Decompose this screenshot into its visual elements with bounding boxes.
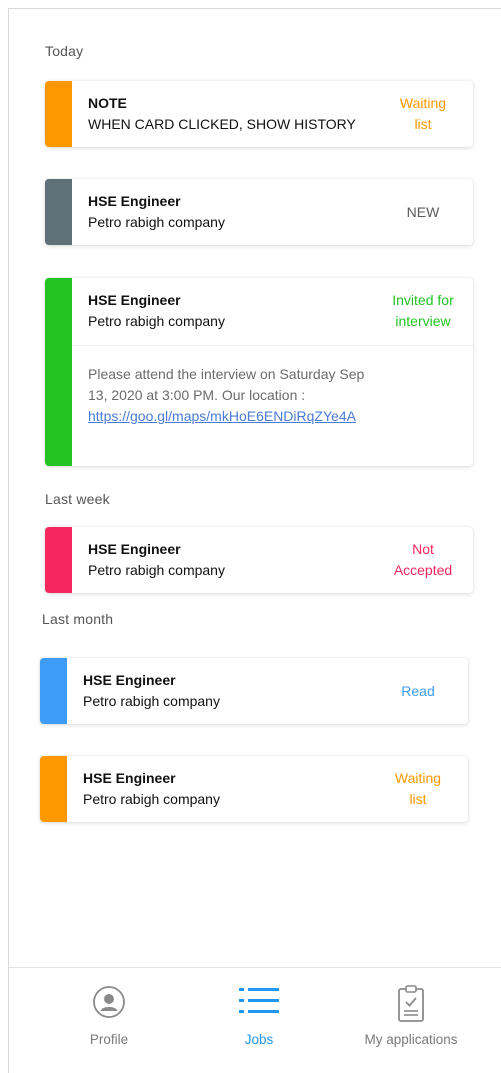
status-color-bar (40, 658, 67, 724)
status-badge: Waiting list (394, 770, 442, 807)
card-subtitle: WHEN CARD CLICKED, SHOW HISTORY (88, 116, 356, 132)
section-last-month: Last month (42, 611, 114, 627)
card-title: HSE Engineer (88, 541, 181, 557)
job-card[interactable]: HSE Engineer Petro rabigh company Waitin… (40, 756, 468, 822)
status-badge: Read (401, 683, 435, 699)
card-subtitle: Petro rabigh company (88, 214, 225, 230)
status-color-bar (45, 527, 72, 593)
card-title: HSE Engineer (83, 672, 176, 688)
card-title: HSE Engineer (83, 770, 176, 786)
tab-jobs[interactable]: Jobs (177, 968, 341, 1073)
tab-label: Jobs (244, 1032, 274, 1047)
card-subtitle: Petro rabigh company (88, 313, 225, 329)
job-card[interactable]: HSE Engineer Petro rabigh company NEW (45, 179, 473, 245)
card-title: HSE Engineer (88, 292, 181, 308)
job-card-interview[interactable]: HSE Engineer Petro rabigh company Invite… (45, 278, 473, 466)
card-subtitle: Petro rabigh company (83, 791, 220, 807)
profile-icon (92, 985, 126, 1024)
job-card[interactable]: HSE Engineer Petro rabigh company Read (40, 658, 468, 724)
section-today: Today (45, 43, 84, 59)
status-badge: NEW (406, 204, 440, 220)
tab-profile[interactable]: Profile (27, 968, 191, 1073)
note-card[interactable]: NOTE WHEN CARD CLICKED, SHOW HISTORY Wai… (45, 81, 473, 147)
status-color-bar (45, 81, 72, 147)
status-badge: Not Accepted (393, 541, 453, 578)
card-subtitle: Petro rabigh company (83, 693, 220, 709)
status-badge: Invited for interview (392, 292, 454, 329)
card-divider (72, 345, 473, 346)
bottom-navigation: Profile Jobs My applications (9, 967, 501, 1073)
tab-label: My applications (364, 1032, 458, 1047)
tab-my-applications[interactable]: My applications (329, 968, 493, 1073)
interview-message: Please attend the interview on Saturday … (88, 366, 365, 424)
status-badge: Waiting list (399, 95, 447, 132)
card-subtitle: Petro rabigh company (88, 562, 225, 578)
list-icon (238, 985, 280, 1022)
status-color-bar (45, 179, 72, 245)
clipboard-icon (396, 985, 426, 1028)
card-title: HSE Engineer (88, 193, 181, 209)
status-color-bar (40, 756, 67, 822)
section-last-week: Last week (45, 491, 110, 507)
location-link[interactable]: https://goo.gl/maps/mkHoE6ENDiRqZYe4A (88, 408, 356, 424)
card-title: NOTE (88, 95, 127, 111)
app-screen: Today NOTE WHEN CARD CLICKED, SHOW HISTO… (8, 8, 501, 1073)
job-card[interactable]: HSE Engineer Petro rabigh company Not Acc… (45, 527, 473, 593)
status-color-bar (45, 278, 72, 466)
tab-label: Profile (89, 1032, 129, 1047)
